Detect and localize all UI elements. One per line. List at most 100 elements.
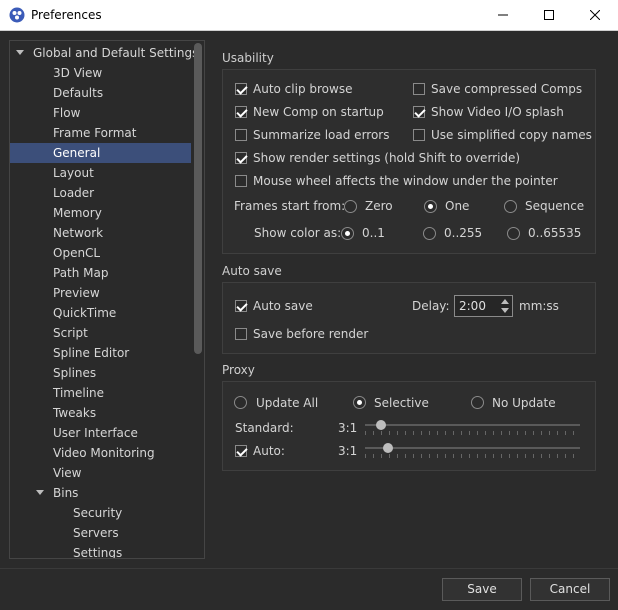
proxy-no-update-label: No Update — [492, 396, 556, 410]
auto-clip-browse-label: Auto clip browse — [253, 82, 353, 96]
spin-down-icon[interactable] — [501, 308, 509, 313]
save-before-render-label: Save before render — [253, 327, 369, 341]
tree-item-layout[interactable]: Layout — [10, 163, 191, 183]
color-0-1-label: 0..1 — [362, 226, 385, 240]
auto-slider-track[interactable] — [365, 447, 580, 449]
auto-slider-thumb[interactable] — [383, 443, 393, 453]
proxy-auto-checkbox[interactable] — [235, 445, 247, 457]
tree-item-timeline[interactable]: Timeline — [10, 383, 191, 403]
tree-item-servers[interactable]: Servers — [10, 523, 191, 543]
settings-tree[interactable]: Global and Default Settings 3D View Defaul… — [9, 40, 205, 559]
show-color-as-label: Show color as: — [254, 226, 342, 240]
tree-item-label: Spline Editor — [53, 346, 130, 360]
expand-arrow-icon[interactable] — [16, 50, 24, 55]
proxy-update-all-radio[interactable] — [234, 396, 247, 409]
save-compressed-comps-checkbox[interactable] — [413, 83, 425, 95]
tree-item-bins[interactable]: Bins — [10, 483, 191, 503]
show-render-settings-checkbox[interactable] — [235, 152, 247, 164]
proxy-selective-radio[interactable] — [353, 396, 366, 409]
delay-spinbox[interactable]: 2:00 — [454, 295, 513, 317]
standard-slider-track[interactable] — [365, 424, 580, 426]
auto-save-label: Auto save — [253, 299, 313, 313]
tree-item-view[interactable]: View — [10, 463, 191, 483]
tree-item-memory[interactable]: Memory — [10, 203, 191, 223]
proxy-update-all-label: Update All — [256, 396, 319, 410]
standard-slider-ticks — [365, 431, 580, 435]
summarize-load-errors-label: Summarize load errors — [253, 128, 390, 142]
auto-value: 3:1 — [338, 444, 358, 458]
auto-save-checkbox[interactable] — [235, 300, 247, 312]
tree-item-user-interface[interactable]: User Interface — [10, 423, 191, 443]
tree-item-loader[interactable]: Loader — [10, 183, 191, 203]
tree-scrollbar[interactable] — [194, 43, 202, 354]
tree-item-label: OpenCL — [53, 246, 101, 260]
tree-item-label: Layout — [53, 166, 94, 180]
frames-sequence-label: Sequence — [525, 199, 585, 213]
auto-slider-ticks — [365, 454, 580, 458]
color-0-65535-radio[interactable] — [507, 227, 520, 240]
proxy-auto-label: Auto: — [253, 444, 285, 458]
close-button[interactable] — [572, 0, 618, 30]
save-before-render-checkbox[interactable] — [235, 328, 247, 340]
color-0-65535-label: 0..65535 — [528, 226, 582, 240]
tree-item-label: Script — [53, 326, 88, 340]
tree-item-network[interactable]: Network — [10, 223, 191, 243]
mouse-wheel-checkbox[interactable] — [235, 175, 247, 187]
tree-item-splines[interactable]: Splines — [10, 363, 191, 383]
autosave-group — [222, 282, 596, 354]
standard-slider-thumb[interactable] — [376, 420, 386, 430]
tree-item-settings[interactable]: Settings — [10, 543, 191, 559]
tree-item-tweaks[interactable]: Tweaks — [10, 403, 191, 423]
tree-item-3d-view[interactable]: 3D View — [10, 63, 191, 83]
tree-item-general[interactable]: General — [10, 143, 191, 163]
color-0-1-radio[interactable] — [341, 227, 354, 240]
frames-zero-radio[interactable] — [344, 200, 357, 213]
use-simplified-copy-names-label: Use simplified copy names — [431, 128, 592, 142]
tree-item-flow[interactable]: Flow — [10, 103, 191, 123]
frames-start-from-label: Frames start from: — [234, 199, 346, 213]
spin-up-icon[interactable] — [501, 299, 509, 304]
standard-label: Standard: — [235, 421, 294, 435]
show-render-settings-label: Show render settings (hold Shift to over… — [253, 151, 521, 165]
maximize-button[interactable] — [526, 0, 572, 30]
tree-item-video-monitoring[interactable]: Video Monitoring — [10, 443, 191, 463]
expand-arrow-icon[interactable] — [36, 490, 44, 495]
auto-clip-browse-checkbox[interactable] — [235, 83, 247, 95]
window-title: Preferences — [31, 8, 102, 22]
minimize-button[interactable] — [480, 0, 526, 30]
tree-item-quicktime[interactable]: QuickTime — [10, 303, 191, 323]
color-0-255-radio[interactable] — [423, 227, 436, 240]
tree-item-path-map[interactable]: Path Map — [10, 263, 191, 283]
tree-item-global-and-default-settings[interactable]: Global and Default Settings — [10, 43, 198, 63]
frames-one-radio[interactable] — [424, 200, 437, 213]
autosave-title: Auto save — [222, 264, 282, 278]
tree-item-label: Video Monitoring — [53, 446, 155, 460]
tree-item-label: User Interface — [53, 426, 138, 440]
delay-unit: mm:ss — [519, 299, 559, 313]
tree-item-label: Frame Format — [53, 126, 137, 140]
tree-item-frame-format[interactable]: Frame Format — [10, 123, 191, 143]
summarize-load-errors-checkbox[interactable] — [235, 129, 247, 141]
tree-item-defaults[interactable]: Defaults — [10, 83, 191, 103]
save-button[interactable]: Save — [442, 578, 522, 601]
show-video-io-splash-checkbox[interactable] — [413, 106, 425, 118]
tree-item-script[interactable]: Script — [10, 323, 191, 343]
tree-item-spline-editor[interactable]: Spline Editor — [10, 343, 191, 363]
tree-item-preview[interactable]: Preview — [10, 283, 191, 303]
title-bar: Preferences — [0, 0, 618, 31]
cancel-button[interactable]: Cancel — [530, 578, 610, 601]
proxy-no-update-radio[interactable] — [471, 396, 484, 409]
tree-item-label: Settings — [73, 546, 123, 559]
frames-sequence-radio[interactable] — [504, 200, 517, 213]
maximize-icon — [544, 10, 554, 20]
delay-label: Delay: — [412, 299, 450, 313]
tree-item-label: Bins — [53, 486, 79, 500]
tree-item-opencl[interactable]: OpenCL — [10, 243, 191, 263]
standard-value: 3:1 — [338, 421, 358, 435]
tree-item-label: Defaults — [53, 86, 104, 100]
color-0-255-label: 0..255 — [444, 226, 483, 240]
tree-item-security[interactable]: Security — [10, 503, 191, 523]
tree-item-label: Loader — [53, 186, 95, 200]
new-comp-on-startup-checkbox[interactable] — [235, 106, 247, 118]
use-simplified-copy-names-checkbox[interactable] — [413, 129, 425, 141]
